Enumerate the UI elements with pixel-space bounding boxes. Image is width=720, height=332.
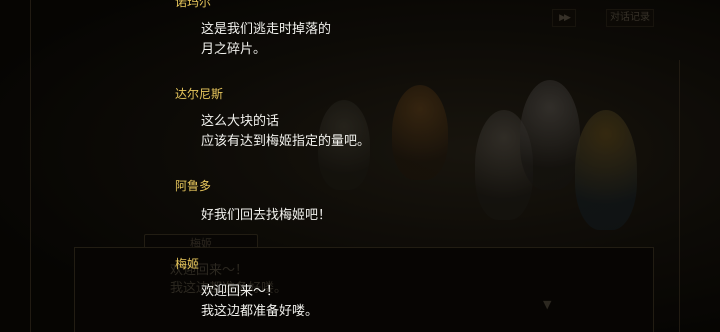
speaker-name: 达尔尼斯 [175,87,224,101]
speaker-name: 梅姬 [175,257,200,271]
speaker-name: 诺玛尔 [175,0,212,9]
dialogue-line: 欢迎回来～！ [201,284,280,299]
dialogue-line: 应该有达到梅姬指定的量吧。 [201,134,371,149]
speaker-name: 阿鲁多 [175,179,212,193]
dialogue-line: 这是我们逃走时掉落的 [201,22,332,37]
dialogue-line: 这么大块的话 [201,114,280,129]
dialogue-line: 我这边都准备好喽。 [201,304,319,319]
dialogue-line: 好我们回去找梅姬吧！ [201,208,332,223]
backlog-overlay[interactable]: 诺玛尔 这是我们逃走时掉落的 月之碎片。 达尔尼斯 这么大块的话 应该有达到梅姬… [0,0,720,332]
dialogue-line: 月之碎片。 [201,42,267,57]
